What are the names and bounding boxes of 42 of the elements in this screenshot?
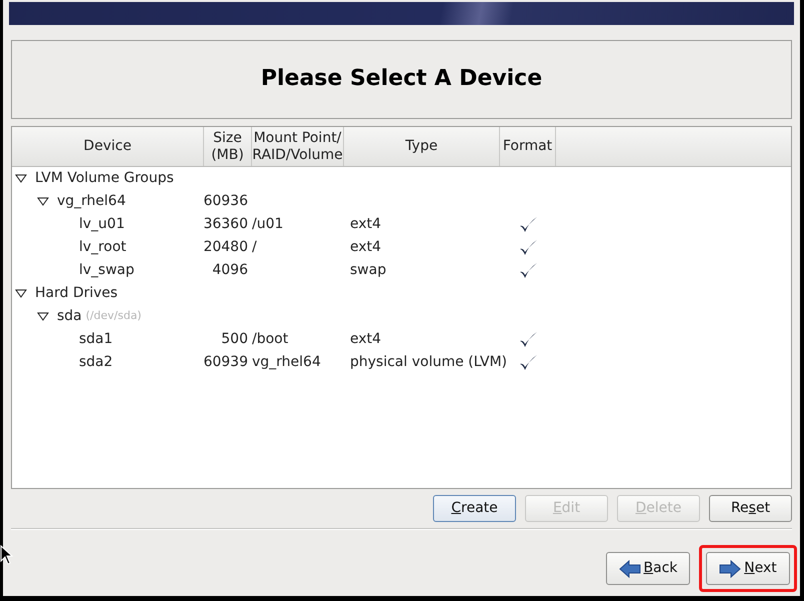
device-path: (/dev/sda) [86,308,142,324]
column-header[interactable]: Type [344,127,500,166]
expander-down-icon[interactable] [37,197,49,206]
column-header[interactable]: Mount Point/ RAID/Volume [252,127,344,166]
mount-point-cell-text: vg_rhel64 [252,353,321,372]
type-cell-text: swap [350,261,386,280]
back-button[interactable]: Back [606,552,690,585]
device-name: Hard Drives [35,284,118,303]
size-cell-text: 60936 [203,192,248,211]
expander-down-icon[interactable] [37,312,49,321]
left-arrow-icon [618,560,640,578]
type-cell-text: ext4 [350,330,382,349]
type-cell-text: ext4 [350,215,382,234]
device-name: lv_swap [79,261,134,280]
mount-point-cell-text: /boot [252,330,288,349]
column-header[interactable]: Size (MB) [204,127,252,166]
device-name: sda [57,307,82,326]
mount-point-cell-text: / [252,238,257,257]
device-name: lv_u01 [79,215,125,234]
mouse-pointer-icon [0,545,14,565]
action-button[interactable]: Reset [709,495,792,522]
type-cell-text: ext4 [350,238,382,257]
device-name: vg_rhel64 [57,192,126,211]
size-cell-text: 500 [221,330,248,349]
device-name: lv_root [79,238,126,257]
expander-down-icon[interactable] [15,174,27,183]
right-arrow-icon [719,560,742,578]
device-name: LVM Volume Groups [35,169,174,188]
size-cell-text: 4096 [212,261,248,280]
next-button[interactable]: Next [706,552,790,585]
type-cell-text: physical volume (LVM) [350,353,508,372]
device-name: sda2 [79,353,113,372]
mount-point-cell-text: /u01 [252,215,284,234]
action-button[interactable]: Create [433,495,516,522]
device-name: sda1 [79,330,113,349]
column-header[interactable]: Format [500,127,556,166]
size-cell-text: 20480 [203,238,248,257]
size-cell-text: 36360 [203,215,248,234]
expander-down-icon[interactable] [15,289,27,298]
size-cell-text: 60939 [203,353,248,372]
column-header[interactable]: Device [12,127,204,166]
page-title: Please Select A Device [260,66,542,93]
